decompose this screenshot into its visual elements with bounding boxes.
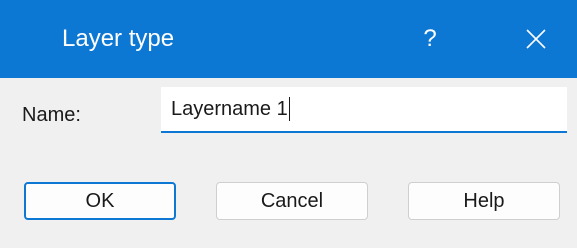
dialog-title: Layer type: [62, 25, 175, 52]
help-button[interactable]: Help: [408, 182, 560, 220]
close-button[interactable]: [511, 0, 561, 78]
name-label: Name:: [22, 104, 81, 126]
ok-button[interactable]: OK: [24, 182, 176, 220]
layer-type-dialog: Layer type ? Name: Layername 1 OK Cancel…: [0, 0, 577, 248]
name-input[interactable]: Layername 1: [161, 87, 567, 133]
text-caret: [288, 97, 291, 121]
title-bar[interactable]: Layer type ?: [0, 0, 577, 78]
help-question-button[interactable]: ?: [410, 0, 450, 78]
close-icon: [526, 29, 546, 49]
cancel-button[interactable]: Cancel: [216, 182, 368, 220]
name-input-value: Layername 1: [171, 98, 288, 120]
